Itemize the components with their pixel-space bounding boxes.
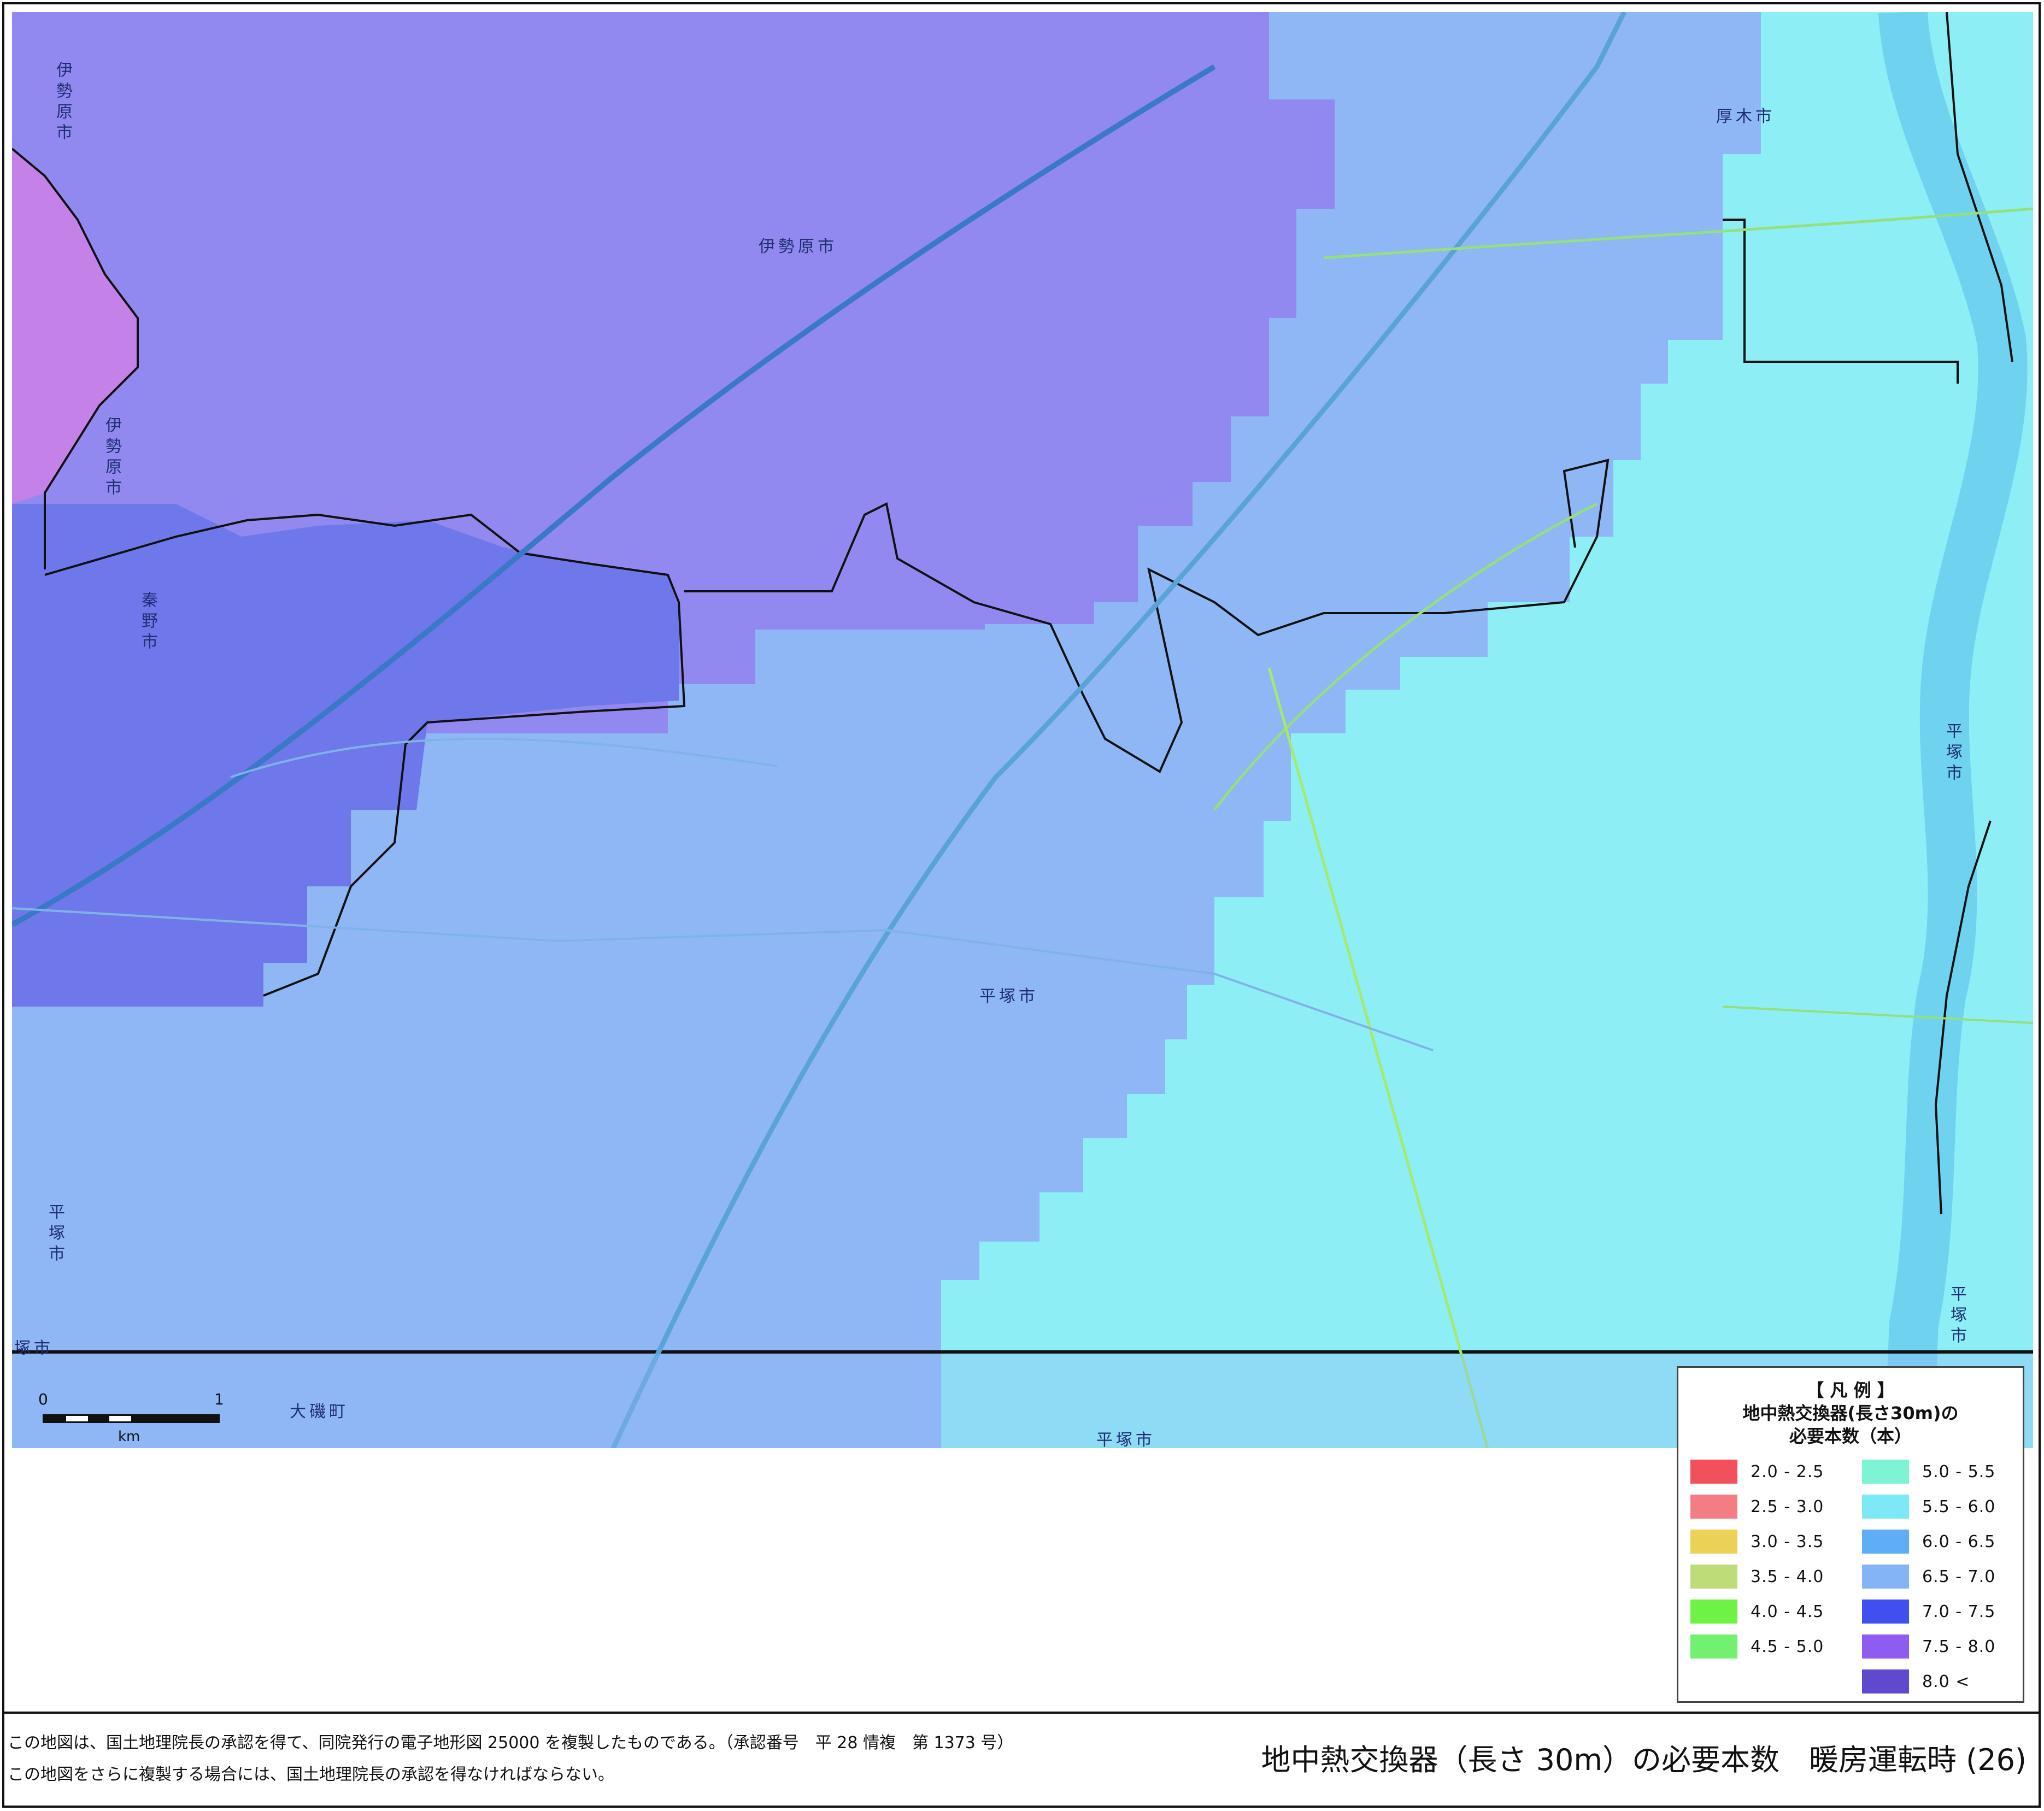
- legend-item: 6.5 - 7.0: [1862, 1565, 1995, 1589]
- legend-item: 5.5 - 6.0: [1862, 1495, 1995, 1519]
- legend-item: 4.0 - 4.5: [1690, 1600, 1824, 1624]
- zone-lower-blue: [12, 1007, 263, 1050]
- legend-range: 4.5 - 5.0: [1751, 1637, 1824, 1656]
- legend-range: 4.0 - 4.5: [1751, 1602, 1824, 1621]
- label-hiratsuka-corner: 塚市: [14, 1339, 54, 1358]
- label-hiratsuka-east2: 平塚市: [1947, 1285, 1966, 1348]
- legend-swatch: [1690, 1600, 1737, 1624]
- legend-swatch: [1690, 1495, 1737, 1519]
- map-title: 地中熱交換器（長さ 30m）の必要本数 暖房運転時 (26): [1261, 1743, 2027, 1777]
- legend-range: 7.0 - 7.5: [1922, 1602, 1996, 1621]
- legend-swatch: [1862, 1495, 1909, 1519]
- label-hiratsuka-west: 平塚市: [45, 1203, 64, 1266]
- label-hiratsuka-east: 平塚市: [1943, 722, 1962, 785]
- scale-tick-zero: 0: [38, 1390, 48, 1408]
- scale-bar: 0 1 km: [31, 1388, 227, 1448]
- scale-unit: km: [118, 1428, 140, 1445]
- legend-item: 7.0 - 7.5: [1862, 1600, 1995, 1624]
- legend-range: 5.5 - 6.0: [1922, 1497, 1996, 1516]
- legend-subtitle-2: 必要本数（本）: [1789, 1426, 1912, 1447]
- legend-range: 3.0 - 3.5: [1751, 1532, 1824, 1551]
- map-panel: 伊勢原市 伊勢原市 伊勢原市 秦野市 厚木市 平塚市 平塚市 平塚市 平塚市 平…: [12, 12, 2033, 1448]
- footer-divider: [2, 1712, 2041, 1714]
- legend-range: 7.5 - 8.0: [1922, 1637, 1996, 1656]
- scale-tick-one: 1: [214, 1390, 224, 1408]
- legend: 【 凡 例 】 地中熱交換器(長さ30m)の 必要本数（本） 2.0 - 2.5…: [1677, 1366, 2024, 1703]
- legend-item: 3.5 - 4.0: [1690, 1565, 1824, 1589]
- legend-title: 【 凡 例 】: [1806, 1380, 1895, 1401]
- map-canvas: [12, 12, 2033, 1448]
- label-atsugi: 厚木市: [1716, 107, 1775, 126]
- legend-swatch: [1862, 1669, 1909, 1694]
- legend-range: 6.5 - 7.0: [1922, 1567, 1996, 1586]
- legend-swatch: [1862, 1565, 1909, 1589]
- legend-range: 2.5 - 3.0: [1751, 1497, 1824, 1516]
- legend-item: 3.0 - 3.5: [1690, 1530, 1824, 1554]
- legend-swatch: [1690, 1460, 1737, 1484]
- legend-swatch: [1862, 1530, 1909, 1554]
- legend-item: 7.5 - 8.0: [1862, 1634, 1995, 1659]
- legend-range: 3.5 - 4.0: [1751, 1567, 1824, 1586]
- legend-range: 5.0 - 5.5: [1922, 1462, 1996, 1481]
- legend-range: 6.0 - 6.5: [1922, 1532, 1996, 1551]
- reproduction-notice: この地図をさらに複製する場合には、国土地理院長の承認を得なければならない。: [8, 1765, 614, 1784]
- legend-range: 2.0 - 2.5: [1751, 1462, 1824, 1481]
- legend-subtitle: 地中熱交換器(長さ30m)の: [1742, 1403, 1959, 1424]
- legend-swatch: [1862, 1634, 1909, 1659]
- legend-item: 4.5 - 5.0: [1690, 1634, 1824, 1659]
- label-hiratsuka-center: 平塚市: [979, 987, 1038, 1006]
- legend-item: 6.0 - 6.5: [1862, 1530, 1995, 1554]
- label-isehara-w: 伊勢原市: [102, 416, 121, 499]
- legend-swatch: [1690, 1634, 1737, 1659]
- legend-item: 2.0 - 2.5: [1690, 1460, 1824, 1484]
- copyright-notice: この地図は、国土地理院長の承認を得て、同院発行の電子地形図 25000 を複製し…: [8, 1733, 1014, 1753]
- legend-swatch: [1690, 1530, 1737, 1554]
- label-oiso: 大磯町: [290, 1402, 349, 1421]
- legend-item: 8.0 <: [1862, 1669, 1970, 1694]
- label-isehara-nw: 伊勢原市: [53, 61, 72, 144]
- legend-swatch: [1862, 1460, 1909, 1484]
- label-isehara-center: 伊勢原市: [759, 237, 837, 256]
- label-hiratsuka-bottom: 平塚市: [1096, 1431, 1155, 1448]
- legend-swatch: [1690, 1565, 1737, 1589]
- legend-swatch: [1862, 1600, 1909, 1624]
- legend-item: 2.5 - 3.0: [1690, 1495, 1824, 1519]
- scale-bar-graphic: [43, 1414, 220, 1423]
- label-hadano: 秦野市: [138, 591, 157, 654]
- legend-item: 5.0 - 5.5: [1862, 1460, 1995, 1484]
- legend-range: 8.0 <: [1922, 1672, 1970, 1691]
